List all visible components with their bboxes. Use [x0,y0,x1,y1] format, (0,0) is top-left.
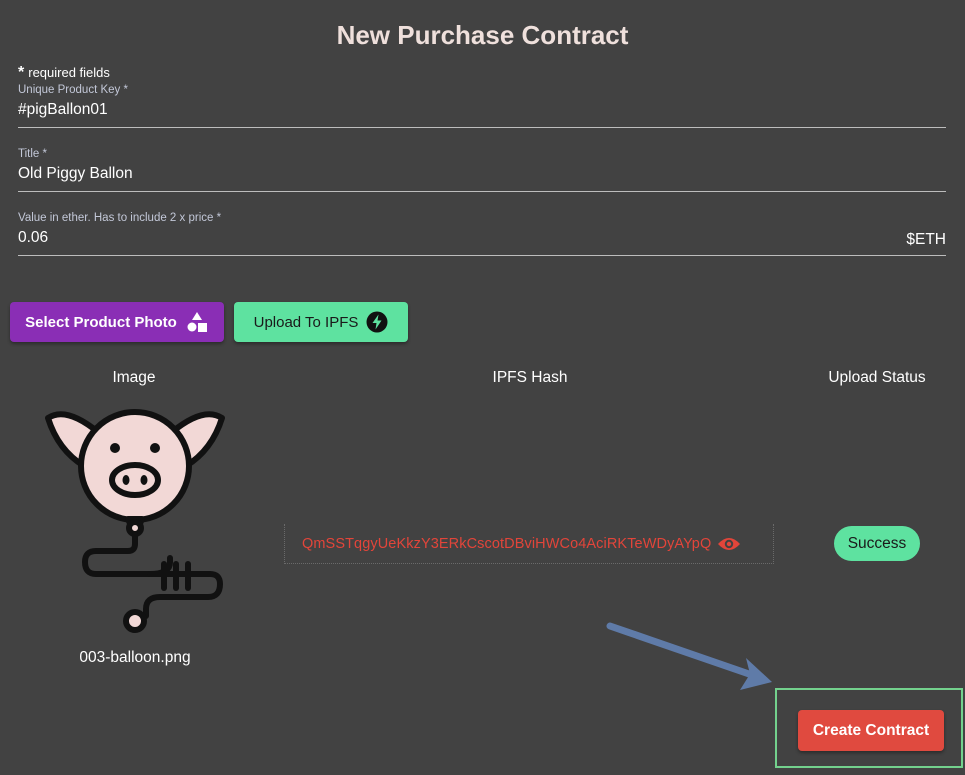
value-input[interactable] [18,224,946,253]
upload-status-column-header: Upload Status [828,369,926,386]
ipfs-hash-cell: QmSSTqgyUeKkzY3ERkCscotDBviHWCo4AciRKTeW… [284,524,774,564]
purchase-contract-page: New Purchase Contract * required fields U… [0,0,965,775]
product-key-field: Unique Product Key * [18,84,946,128]
required-note-text: required fields [28,65,110,80]
pig-balloon-image [45,409,225,633]
upload-status-badge: Success [834,526,920,561]
required-star: * [18,64,25,81]
image-filename: 003-balloon.png [79,649,191,666]
product-key-label: Unique Product Key * [18,84,128,96]
title-field: Title * [18,148,946,192]
title-label: Title * [18,148,47,160]
page-title: New Purchase Contract [336,20,629,50]
title-input[interactable] [18,160,946,189]
select-product-photo-button[interactable]: Select Product Photo [10,302,224,342]
shapes-icon [187,312,207,332]
create-contract-button[interactable]: Create Contract [798,710,944,751]
annotation-arrow-icon [606,622,772,690]
upload-ipfs-label: Upload To IPFS [253,313,359,331]
product-key-input[interactable] [18,96,946,125]
lightning-icon [366,311,388,333]
required-fields-note: * required fields [18,64,110,82]
select-photo-label: Select Product Photo [25,313,177,331]
ipfs-hash-link[interactable]: QmSSTqgyUeKkzY3ERkCscotDBviHWCo4AciRKTeW… [302,536,711,552]
value-label: Value in ether. Has to include 2 x price… [18,212,222,224]
upload-to-ipfs-button[interactable]: Upload To IPFS [234,302,408,342]
eth-unit-adornment: $ETH [906,231,946,248]
eye-icon[interactable] [717,536,741,552]
ipfs-hash-column-header: IPFS Hash [492,369,568,386]
image-column-header: Image [112,369,156,386]
value-field: Value in ether. Has to include 2 x price… [18,212,946,256]
